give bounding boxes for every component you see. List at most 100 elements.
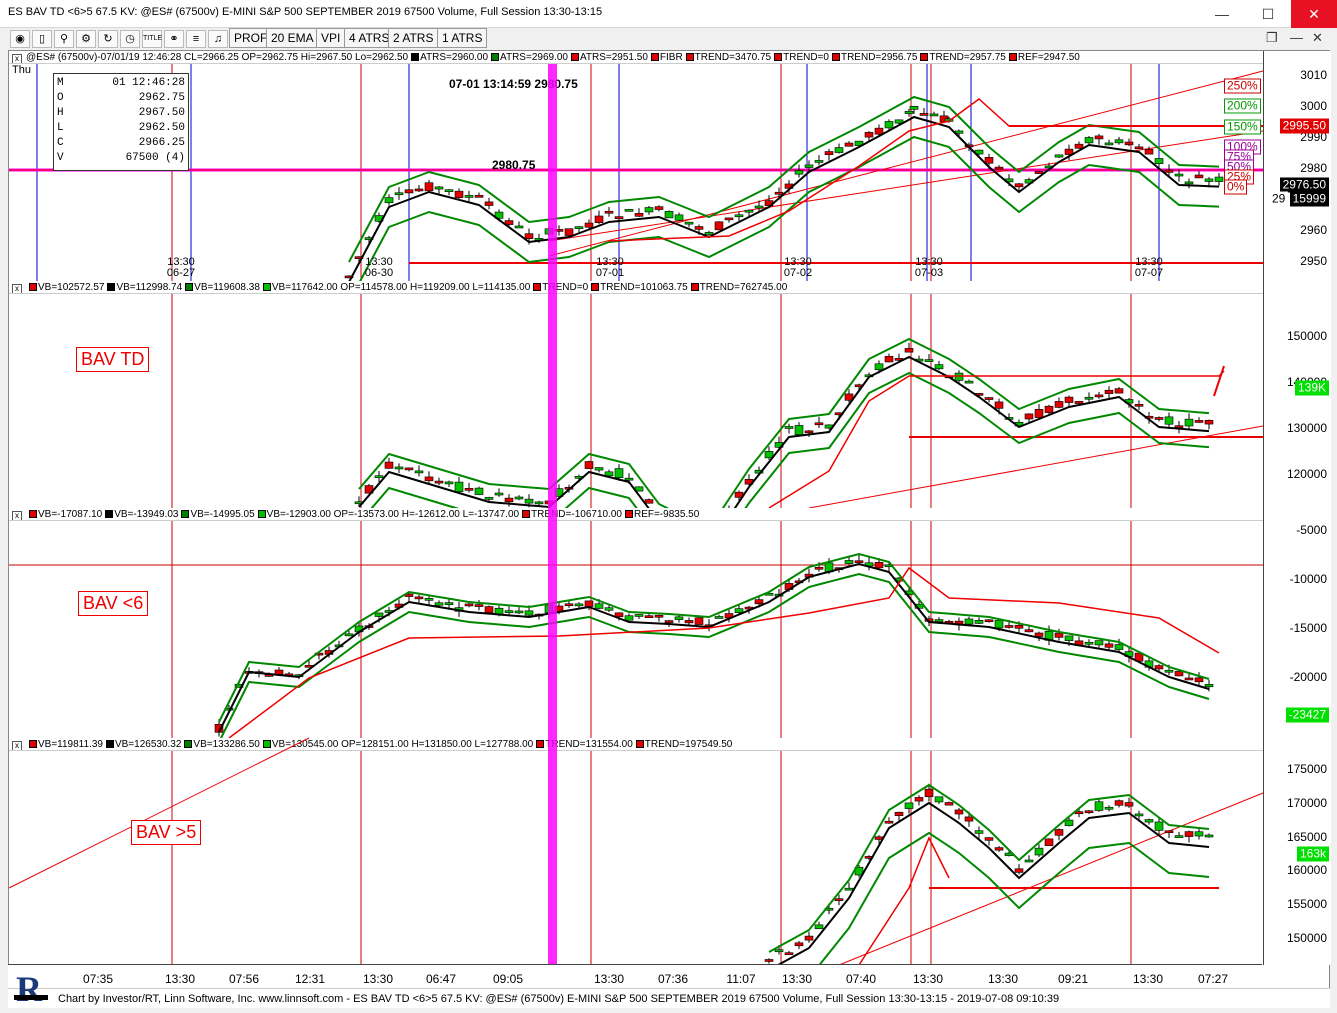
title-bar: ES BAV TD <6>5 67.5 KV: @ES# (67500v) E-… bbox=[0, 0, 1337, 28]
bars-icon[interactable]: ▯ bbox=[32, 30, 52, 48]
price-candle bbox=[774, 191, 784, 195]
close-icon[interactable]: ✕ bbox=[1291, 0, 1337, 28]
price-candle bbox=[624, 209, 634, 212]
chart-area[interactable]: x @ES# (67500v)-07/01/19 12:46:28 CL=2966… bbox=[8, 50, 1331, 1001]
bell-icon[interactable]: ♫ bbox=[208, 30, 228, 48]
bav-gt5-candle bbox=[814, 924, 824, 930]
title-icon[interactable]: TITLE bbox=[142, 30, 162, 48]
price-candle bbox=[674, 214, 684, 221]
bav-gt5-pane[interactable]: x VB=119811.39 VB=126530.32 VB=133286.50 VB=… bbox=[8, 737, 1331, 1001]
ohlc-row: C 2966.25 bbox=[57, 137, 185, 149]
bav-lt6-candle bbox=[344, 633, 354, 637]
ohlc-key: V bbox=[57, 152, 64, 164]
bav-lt6-y-axis[interactable]: -5000 -10000 -15000 -20000 bbox=[1263, 508, 1331, 738]
status-text: Chart by Investor/RT, Linn Software, Inc… bbox=[58, 993, 1060, 1005]
ohlc-key: O bbox=[57, 92, 64, 104]
bav-td-candle bbox=[764, 451, 774, 459]
close-pane-icon[interactable]: ✕ bbox=[1312, 30, 1323, 46]
price-candle bbox=[814, 160, 824, 163]
gear-icon[interactable]: ⚙ bbox=[76, 30, 96, 48]
bav-lt6-candle bbox=[1104, 643, 1114, 648]
bav-gt5-candle bbox=[784, 952, 794, 955]
bav-gt5-candle bbox=[1104, 806, 1114, 810]
y-tick-label: -5000 bbox=[1296, 523, 1327, 537]
price-candle bbox=[634, 213, 644, 217]
price-pane[interactable]: x @ES# (67500v)-07/01/19 12:46:28 CL=2966… bbox=[9, 51, 1331, 303]
bav-td-candle bbox=[444, 481, 454, 485]
bav-lt6-candle bbox=[494, 607, 504, 615]
bav-td-candle bbox=[524, 498, 534, 504]
price-candle bbox=[794, 170, 804, 175]
bav-lt6-pane[interactable]: x VB=-17087.10 VB=-13949.03 VB=-14995.05 VB=… bbox=[9, 508, 1331, 743]
session-date-label: 13:30 07-03 bbox=[915, 257, 943, 279]
time-axis[interactable]: 07:35 13:30 07:56 12:31 13:30 06:47 09:05 13:30… bbox=[8, 964, 1262, 988]
ohlc-value: 01 12:46:28 bbox=[112, 77, 185, 89]
bav-lt6-candle bbox=[1014, 624, 1024, 629]
ohlc-row: H 2967.50 bbox=[57, 107, 185, 119]
price-candle bbox=[884, 121, 894, 129]
toolbar-button-20-ema[interactable]: 20 EMA bbox=[266, 28, 319, 48]
price-candle bbox=[929, 113, 939, 117]
price-candle bbox=[834, 147, 844, 153]
y-tick-label: 170000 bbox=[1286, 796, 1327, 810]
bav-gt5-candle bbox=[1074, 811, 1084, 815]
bav-lt6-candle bbox=[574, 603, 584, 607]
bav-lt6-candle bbox=[414, 596, 424, 600]
crosshair-readout: 07-01 13:14:59 2980.75 bbox=[449, 77, 578, 91]
price-candle bbox=[994, 166, 1004, 170]
bav-gt5-candle bbox=[1054, 829, 1064, 836]
bav-lt6-candle bbox=[564, 603, 574, 607]
price-candle bbox=[864, 132, 874, 138]
restore-icon[interactable]: ❐ bbox=[1266, 30, 1278, 46]
toolbar-button-2-atrs[interactable]: 2 ATRS bbox=[388, 28, 439, 48]
toolbar-button-4-atrs[interactable]: 4 ATRS bbox=[344, 28, 395, 48]
vb-mid-line bbox=[218, 562, 1210, 733]
selection-highlight bbox=[548, 64, 557, 964]
layers-icon[interactable]: ≡ bbox=[186, 30, 206, 48]
bav-lt6-candle bbox=[1184, 677, 1194, 681]
toolbar-button-vpi[interactable]: VPI bbox=[316, 28, 346, 48]
price-y-axis[interactable]: 3010300029902980297029602950 bbox=[1263, 51, 1331, 281]
bav-td-candle bbox=[784, 426, 794, 429]
bav-td-candle bbox=[924, 359, 934, 362]
price-candle bbox=[514, 225, 524, 229]
bav-gt5-candle bbox=[774, 949, 784, 953]
maximize-icon[interactable]: ☐ bbox=[1245, 0, 1291, 28]
price-candle bbox=[1154, 158, 1164, 164]
bav-td-candle bbox=[494, 492, 504, 496]
minimize-icon[interactable]: — bbox=[1199, 0, 1245, 28]
session-date: 07-03 bbox=[914, 267, 944, 279]
bav-td-candle bbox=[1134, 404, 1144, 407]
y-tick-label: 3000 bbox=[1300, 99, 1327, 113]
bav-td-candle bbox=[1114, 388, 1124, 394]
bav-gt5-candle bbox=[1034, 847, 1044, 856]
sync-icon[interactable]: ↻ bbox=[98, 30, 118, 48]
price-candle bbox=[454, 190, 464, 198]
y-tick-label: -20000 bbox=[1289, 670, 1327, 684]
time-axis-label: 07:56 bbox=[228, 972, 260, 986]
ohlc-box: M 01 12:46:28 O 2962.75 H 2967.50 L 2962.50 C 296… bbox=[53, 73, 189, 171]
bav-gt5-candle bbox=[964, 816, 974, 822]
bav-lt6-candle bbox=[274, 669, 284, 675]
price-candle bbox=[484, 201, 494, 206]
bav-td-pane[interactable]: x VB=102572.57 VB=112998.74 VB=119608.38 VB=… bbox=[9, 281, 1331, 565]
link-icon[interactable]: ⚭ bbox=[164, 30, 184, 48]
minimize-pane-icon[interactable]: — bbox=[1290, 30, 1303, 45]
y-tick-label: 155000 bbox=[1286, 897, 1327, 911]
bav-lt6-candle bbox=[934, 619, 944, 622]
y-tick-label: 2960 bbox=[1300, 223, 1327, 237]
clock-icon[interactable]: ◷ bbox=[120, 30, 140, 48]
time-axis-label: 13:30 bbox=[781, 972, 813, 986]
zoom-icon[interactable]: ⚲ bbox=[54, 30, 74, 48]
time-axis-label: 11:07 bbox=[726, 972, 756, 986]
bav-gt5-candle bbox=[884, 820, 894, 824]
bav-td-candle bbox=[794, 425, 804, 435]
toolbar-button-1-atrs[interactable]: 1 ATRS bbox=[437, 28, 488, 48]
bav-td-candle bbox=[414, 470, 424, 474]
bav-lt6-candle bbox=[1054, 632, 1064, 638]
bav-td-candle bbox=[884, 356, 894, 363]
bav-lt6-candle bbox=[1174, 671, 1184, 677]
chart-type-icon[interactable]: ◉ bbox=[10, 30, 30, 48]
price-candle bbox=[414, 188, 424, 192]
bav-td-candle bbox=[804, 430, 814, 434]
